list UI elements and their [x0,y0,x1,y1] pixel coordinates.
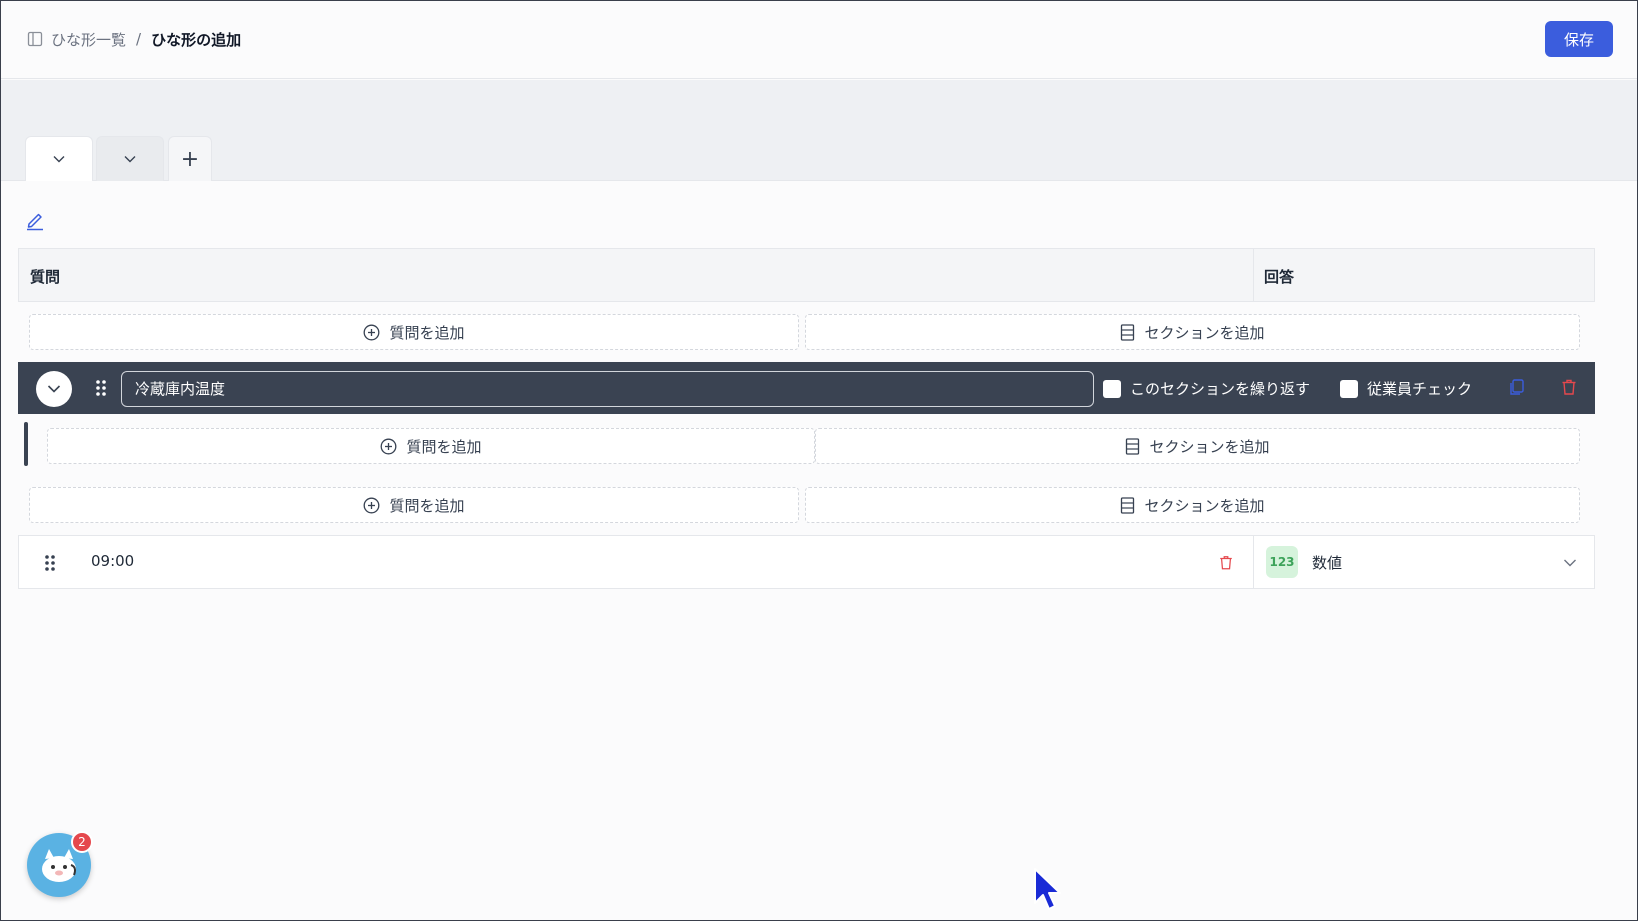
breadcrumb-template-list-link[interactable]: ひな形一覧 [51,29,126,50]
section-collapse-button[interactable] [36,371,72,407]
chevron-down-icon[interactable] [123,152,137,166]
add-question-label: 質問を追加 [406,437,482,456]
add-section-in-section-button[interactable]: セクションを追加 [815,428,1580,464]
add-section-label: セクションを追加 [1149,437,1270,456]
table-header: 質問 回答 [18,248,1595,302]
employee-check-label: 従業員チェック [1367,380,1473,398]
copy-icon[interactable] [1508,378,1526,396]
plus-circle-icon [364,497,380,513]
chevron-down-icon[interactable] [1562,555,1578,571]
drag-handle-icon[interactable] [44,554,56,572]
question-column-header: 質問 [30,268,61,286]
repeat-section-label: このセクションを繰り返す [1130,380,1311,398]
section-icon [1121,496,1135,514]
add-section-label: セクションを追加 [1144,323,1265,342]
add-question-in-section-button[interactable]: 質問を追加 [47,428,815,464]
save-button[interactable]: 保存 [1545,21,1613,57]
mascot-icon [42,849,76,882]
tab-band: + [1,80,1637,181]
page-title: ひな形の追加 [151,30,242,49]
chevron-down-icon [47,385,61,393]
number-type-icon: 123 [1266,546,1298,578]
answer-column-header: 回答 [1264,268,1295,286]
chevron-down-icon[interactable] [52,152,66,166]
breadcrumb-separator: / [136,30,142,48]
tab-2[interactable] [96,136,164,181]
add-question-button[interactable]: 質問を追加 [29,314,799,350]
page-header: ひな形一覧 / ひな形の追加 保存 [1,1,1637,79]
section-header: 冷蔵庫内温度 このセクションを繰り返す 従業員チェック [18,362,1595,414]
plus-circle-icon [364,324,380,340]
section-icon [1126,437,1140,455]
add-section-button[interactable]: セクションを追加 [805,314,1580,350]
trash-icon[interactable] [1560,378,1578,396]
mouse-cursor-icon [1034,868,1061,910]
column-divider [1253,536,1254,588]
add-section-button[interactable]: セクションを追加 [805,487,1580,523]
table-row: 09:00 123 数値 [18,535,1595,589]
add-question-label: 質問を追加 [389,496,465,515]
plus-icon: + [180,146,200,172]
repeat-section-checkbox[interactable] [1103,379,1121,398]
repeat-section-checkbox-group[interactable]: このセクションを繰り返す [1103,378,1310,399]
plus-circle-icon [381,438,397,454]
template-list-icon [27,31,43,47]
unread-count-badge: 2 [71,831,93,853]
add-question-button[interactable]: 質問を追加 [29,487,799,523]
add-tab-button[interactable]: + [168,136,212,181]
column-divider [1253,249,1254,301]
tab-1[interactable] [25,136,93,181]
template-table: 質問 回答 質問を追加 セクションを追加 冷蔵庫内温度 このセクションを繰り返す… [18,248,1595,589]
answer-type-label[interactable]: 数値 [1312,552,1342,573]
section-icon [1121,323,1135,341]
add-question-label: 質問を追加 [389,323,465,342]
pencil-icon[interactable] [24,209,46,231]
section-name-input[interactable]: 冷蔵庫内温度 [121,371,1094,407]
breadcrumb: ひな形一覧 / ひな形の追加 [27,27,241,51]
employee-check-checkbox[interactable] [1340,379,1358,398]
section-indent-line [24,422,28,466]
add-section-label: セクションを追加 [1144,496,1265,515]
question-text[interactable]: 09:00 [91,552,134,570]
drag-handle-icon[interactable] [95,379,107,397]
trash-icon[interactable] [1218,554,1234,571]
employee-check-checkbox-group[interactable]: 従業員チェック [1340,378,1472,399]
